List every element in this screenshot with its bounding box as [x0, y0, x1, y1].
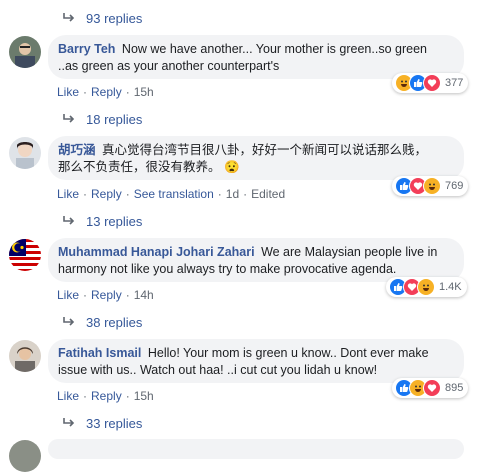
emoji-worried: 😧 — [224, 160, 240, 174]
timestamp[interactable]: 15h — [134, 85, 154, 99]
haha-icon — [423, 177, 441, 195]
reply-link[interactable]: Reply — [91, 389, 122, 403]
timestamp[interactable]: 15h — [134, 389, 154, 403]
user-photo-icon — [9, 36, 41, 68]
view-replies-link[interactable]: 33 replies — [62, 413, 142, 433]
edited-label[interactable]: Edited — [251, 187, 285, 201]
avatar[interactable] — [9, 36, 41, 68]
love-icon — [423, 379, 441, 397]
replies-count-label: 33 replies — [86, 415, 143, 431]
reaction-summary[interactable]: 895 — [392, 378, 469, 398]
avatar[interactable] — [9, 137, 41, 169]
reaction-count: 895 — [445, 382, 464, 394]
comment-text: Now we have another... Your mother is gr… — [121, 42, 427, 56]
replies-count-label: 93 replies — [86, 10, 143, 26]
like-link[interactable]: Like — [57, 85, 79, 99]
avatar[interactable] — [9, 239, 41, 271]
reply-link[interactable]: Reply — [91, 85, 122, 99]
comment-text: We are Malaysian people live in — [261, 245, 438, 259]
comment-author[interactable]: Barry Teh — [58, 42, 115, 56]
comment-bubble: Muhammad Hanapi Johari Zahari We are Mal… — [48, 238, 464, 282]
reaction-summary[interactable]: 1.4K — [386, 277, 467, 297]
comment-author[interactable]: 胡巧涵 — [58, 143, 96, 157]
comment-author[interactable]: Fatihah Ismail — [58, 346, 141, 360]
avatar[interactable] — [9, 440, 41, 472]
comment-text: issue with us.. Watch out haa! ..i cut c… — [58, 363, 378, 377]
reaction-summary[interactable]: 769 — [392, 176, 469, 196]
comment-text: 那么不负责任，很没有教养。 — [58, 160, 221, 174]
user-photo-icon — [9, 440, 41, 472]
comment-bubble: 胡巧涵 真心觉得台湾节目很八卦，好好一个新闻可以说话那么贱， 那么不负责任，很没… — [48, 136, 464, 180]
love-icon — [423, 74, 441, 92]
comment-actions: Like · Reply · 15h — [57, 389, 154, 403]
view-replies-link[interactable]: 18 replies — [62, 109, 142, 129]
comment-text: ..as green as your another counterpart's — [58, 59, 280, 73]
reply-link[interactable]: Reply — [91, 288, 122, 302]
reply-arrow-icon — [63, 13, 75, 22]
timestamp[interactable]: 1d — [226, 187, 239, 201]
view-replies-link[interactable]: 93 replies — [62, 8, 142, 28]
reaction-count: 1.4K — [439, 281, 462, 293]
comment-actions: Like · Reply · See translation · 1d · Ed… — [57, 187, 286, 201]
like-link[interactable]: Like — [57, 187, 79, 201]
haha-icon — [417, 278, 435, 296]
like-link[interactable]: Like — [57, 389, 79, 403]
reply-arrow-icon — [63, 114, 75, 123]
comment-author[interactable]: Muhammad Hanapi Johari Zahari — [58, 245, 255, 259]
replies-count-label: 18 replies — [86, 111, 143, 127]
reaction-count: 769 — [445, 180, 464, 192]
reaction-count: 377 — [445, 77, 464, 89]
user-photo-icon — [9, 137, 41, 169]
reaction-summary[interactable]: 377 — [392, 73, 469, 93]
view-replies-link[interactable]: 13 replies — [62, 211, 142, 231]
like-link[interactable]: Like — [57, 288, 79, 302]
replies-count-label: 13 replies — [86, 213, 143, 229]
reply-link[interactable]: Reply — [91, 187, 122, 201]
comment-actions: Like · Reply · 15h — [57, 85, 154, 99]
comment-bubble — [48, 439, 464, 459]
reply-arrow-icon — [63, 418, 75, 427]
user-photo-icon — [9, 340, 41, 372]
see-translation-link[interactable]: See translation — [134, 187, 214, 201]
comment-actions: Like · Reply · 14h — [57, 288, 154, 302]
comment-text: Hello! Your mom is green u know.. Dont e… — [147, 346, 429, 360]
reply-arrow-icon — [63, 216, 75, 225]
comment-text: 真心觉得台湾节目很八卦，好好一个新闻可以说话那么贱， — [102, 143, 428, 157]
view-replies-link[interactable]: 38 replies — [62, 312, 142, 332]
comment-bubble: Fatihah Ismail Hello! Your mom is green … — [48, 339, 464, 383]
reply-arrow-icon — [63, 317, 75, 326]
avatar[interactable] — [9, 340, 41, 372]
comment-text: harmony not like you always try to make … — [58, 262, 397, 276]
replies-count-label: 38 replies — [86, 314, 143, 330]
malaysia-flag-icon — [9, 239, 41, 271]
timestamp[interactable]: 14h — [134, 288, 154, 302]
